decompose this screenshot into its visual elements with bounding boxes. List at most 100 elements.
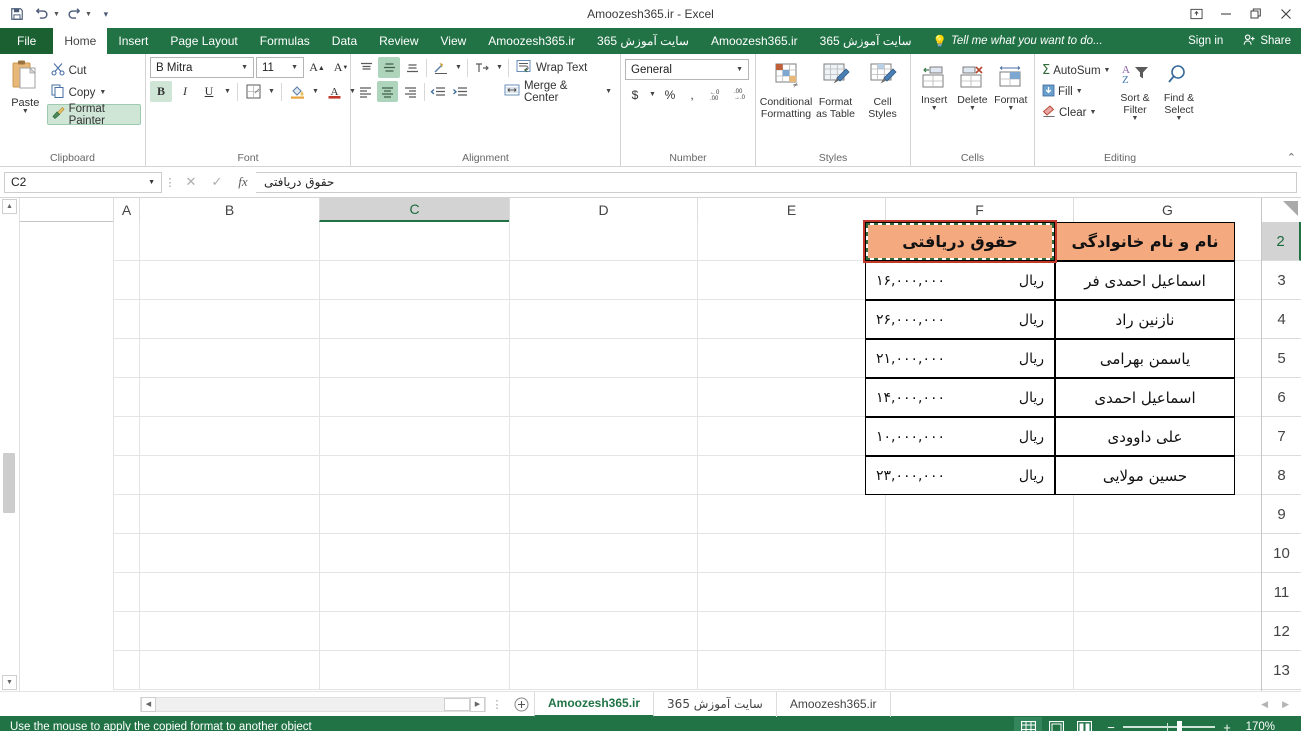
cell-E3[interactable] [697, 261, 885, 300]
row-header-7[interactable]: 7 [1262, 417, 1301, 456]
number-format-select[interactable]: General ▼ [625, 59, 749, 80]
increase-decimal-button[interactable]: ←0.00 [704, 84, 727, 105]
row-header-8[interactable]: 8 [1262, 456, 1301, 495]
cell-A10[interactable] [113, 534, 139, 573]
normal-view-icon[interactable] [1014, 717, 1042, 731]
cut-button[interactable]: Cut [47, 60, 141, 81]
redo-dropdown-caret[interactable]: ▼ [85, 11, 92, 18]
cell-E8[interactable] [697, 456, 885, 495]
formula-bar-splitter[interactable]: ⋮ [162, 176, 178, 189]
tell-me-search[interactable]: 💡 Tell me what you want to do... [923, 28, 1113, 54]
cell-C10[interactable] [319, 534, 509, 573]
save-icon[interactable] [6, 3, 28, 25]
cell-E6[interactable] [697, 378, 885, 417]
tab-formulas[interactable]: Formulas [249, 28, 321, 54]
minimize-icon[interactable] [1211, 1, 1241, 27]
sheet-tab-1[interactable]: Amoozesh365.ir [534, 691, 655, 717]
column-header-C[interactable]: C [319, 198, 509, 222]
align-center-icon[interactable] [377, 81, 399, 102]
merge-center-caret[interactable]: ▼ [605, 88, 612, 95]
scroll-down-arrow[interactable]: ▼ [2, 675, 17, 690]
cell-A13[interactable] [113, 651, 139, 690]
cell-B5[interactable]: یاسمن بهرامی [1055, 339, 1235, 378]
fill-color-caret[interactable]: ▼ [310, 81, 321, 102]
align-bottom-icon[interactable] [401, 57, 423, 78]
vertical-scroll-thumb[interactable] [3, 453, 15, 513]
align-middle-icon[interactable] [378, 57, 400, 78]
cell-C5[interactable]: ریال ۲۱,۰۰۰,۰۰۰ [865, 339, 1055, 378]
cell-B11[interactable] [139, 573, 319, 612]
cell-B5[interactable] [139, 339, 319, 378]
find-select-button[interactable]: Find & Select ▼ [1157, 61, 1201, 122]
cell-C8[interactable] [319, 456, 509, 495]
cell-C8[interactable]: ریال ۲۳,۰۰۰,۰۰۰ [865, 456, 1055, 495]
cell-A11[interactable] [113, 573, 139, 612]
column-header-B[interactable]: B [139, 198, 319, 222]
column-header-G[interactable]: G [1073, 198, 1261, 222]
collapse-ribbon-icon[interactable]: ⌃ [1287, 151, 1296, 164]
number-format-caret[interactable]: ▼ [733, 66, 746, 73]
cell-E13[interactable] [697, 651, 885, 690]
row-header-5[interactable]: 5 [1262, 339, 1301, 378]
cell-G13[interactable] [1073, 651, 1261, 690]
column-header-E[interactable]: E [697, 198, 885, 222]
ribbon-display-options-icon[interactable] [1181, 1, 1211, 27]
copy-dropdown-caret[interactable]: ▼ [99, 89, 106, 96]
underline-dropdown-caret[interactable]: ▼ [222, 81, 233, 102]
scroll-right-arrow[interactable]: ▶ [470, 696, 485, 712]
tab-amoozesh365-fa-1[interactable]: سایت آموزش 365 [586, 28, 700, 54]
cell-D11[interactable] [509, 573, 697, 612]
cell-E7[interactable] [697, 417, 885, 456]
scroll-left-arrow[interactable]: ◀ [141, 696, 156, 712]
cell-C9[interactable] [319, 495, 509, 534]
cell-C6[interactable]: ریال ۱۴,۰۰۰,۰۰۰ [865, 378, 1055, 417]
cell-F12[interactable] [885, 612, 1073, 651]
clear-caret[interactable]: ▼ [1089, 109, 1096, 116]
decrease-font-size-icon[interactable]: A ▼ [330, 57, 352, 78]
cell-B9[interactable] [139, 495, 319, 534]
font-size-caret[interactable]: ▼ [288, 64, 301, 71]
align-right-icon[interactable] [399, 81, 420, 102]
cell-D5[interactable] [509, 339, 697, 378]
clear-button[interactable]: Clear ▼ [1039, 103, 1115, 122]
cell-C5[interactable] [319, 339, 509, 378]
page-break-preview-icon[interactable] [1070, 717, 1098, 731]
row-header-11[interactable]: 11 [1262, 573, 1301, 612]
tab-amoozesh365-1[interactable]: Amoozesh365.ir [477, 28, 586, 54]
merge-center-button[interactable]: Merge & Center ▼ [500, 80, 616, 104]
font-name-input[interactable]: B Mitra ▼ [150, 57, 254, 78]
row-header-9[interactable]: 9 [1262, 495, 1301, 534]
format-cells-button[interactable]: Format ▼ [992, 63, 1030, 112]
copy-button[interactable]: Copy ▼ [47, 82, 141, 103]
redo-icon[interactable] [63, 3, 85, 25]
close-icon[interactable] [1271, 1, 1301, 27]
insert-function-icon[interactable]: fx [230, 172, 256, 193]
cell-B2[interactable] [139, 222, 319, 261]
cell-grid[interactable]: حقوق دریافتی نام و نام خانوادگی ریال ۱۶,۰۰۰… [20, 220, 1261, 691]
font-size-input[interactable]: 11 ▼ [256, 57, 304, 78]
name-box-caret[interactable]: ▼ [144, 179, 159, 186]
customize-qat-icon[interactable]: ▾ [95, 3, 117, 25]
resize-grip[interactable] [1283, 721, 1295, 731]
select-all-corner[interactable] [1261, 198, 1301, 222]
zoom-slider-thumb[interactable] [1177, 721, 1182, 731]
cell-E11[interactable] [697, 573, 885, 612]
formula-input[interactable]: حقوق دریافتی [256, 171, 1297, 193]
sheet-tab-3[interactable]: Amoozesh365.ir [777, 691, 891, 717]
column-header-D[interactable]: D [509, 198, 697, 222]
cell-B13[interactable] [139, 651, 319, 690]
cell-D4[interactable] [509, 300, 697, 339]
cell-A5[interactable] [113, 339, 139, 378]
increase-font-size-icon[interactable]: A ▲ [306, 57, 328, 78]
conditional-formatting-button[interactable]: ≠ Conditional Formatting [760, 61, 812, 120]
comma-style-button[interactable]: , [682, 84, 702, 105]
cell-B7[interactable] [139, 417, 319, 456]
decrease-indent-icon[interactable] [428, 81, 449, 102]
align-top-icon[interactable] [355, 57, 377, 78]
cell-A2[interactable] [113, 222, 139, 261]
borders-icon[interactable] [242, 81, 264, 102]
cell-F10[interactable] [885, 534, 1073, 573]
column-header-A[interactable]: A [113, 198, 139, 222]
font-name-caret[interactable]: ▼ [238, 64, 251, 71]
new-sheet-button[interactable] [508, 693, 534, 715]
